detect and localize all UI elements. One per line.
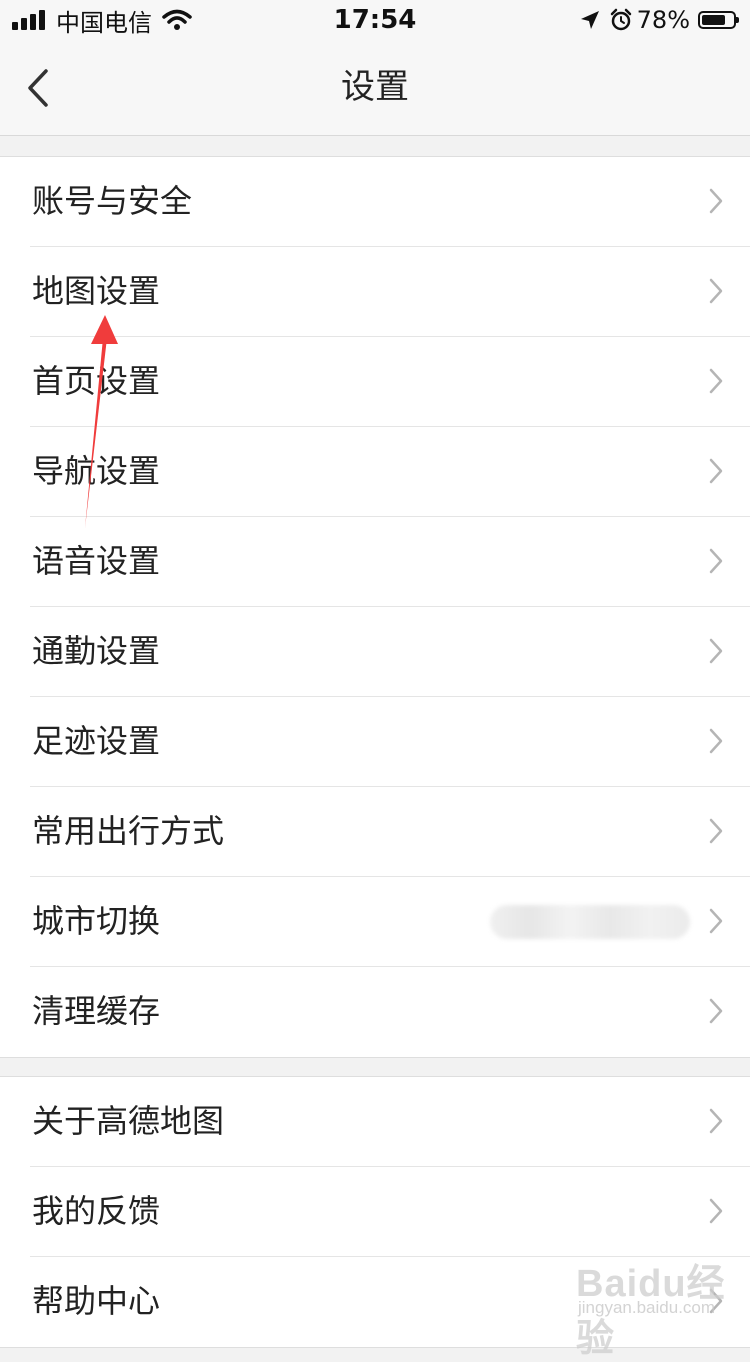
chevron-right-icon bbox=[709, 368, 723, 394]
battery-percent: 78% bbox=[636, 6, 690, 34]
alarm-clock-icon bbox=[610, 8, 631, 31]
chevron-right-icon bbox=[709, 728, 723, 754]
settings-item-commute-settings[interactable]: 通勤设置 bbox=[30, 607, 750, 697]
chevron-right-icon bbox=[709, 548, 723, 574]
battery-fill bbox=[702, 15, 725, 25]
settings-item-label: 账号与安全 bbox=[32, 182, 193, 220]
settings-item-map-settings[interactable]: 地图设置 bbox=[30, 247, 750, 337]
settings-item-label: 地图设置 bbox=[32, 272, 161, 310]
location-arrow-icon bbox=[580, 11, 599, 29]
chevron-right-icon bbox=[709, 638, 723, 664]
settings-item-label: 足迹设置 bbox=[32, 722, 161, 760]
settings-item-label: 通勤设置 bbox=[32, 632, 161, 670]
settings-item-label: 帮助中心 bbox=[32, 1282, 161, 1320]
settings-item-navigation-settings[interactable]: 导航设置 bbox=[30, 427, 750, 517]
city-value-blurred bbox=[490, 905, 690, 939]
settings-item-home-settings[interactable]: 首页设置 bbox=[30, 337, 750, 427]
back-button[interactable] bbox=[18, 62, 58, 114]
chevron-right-icon bbox=[709, 188, 723, 214]
settings-item-voice-settings[interactable]: 语音设置 bbox=[30, 517, 750, 607]
settings-item-label: 导航设置 bbox=[32, 452, 161, 490]
settings-item-about-amap[interactable]: 关于高德地图 bbox=[30, 1077, 750, 1167]
settings-item-city-switch[interactable]: 城市切换 bbox=[30, 877, 750, 967]
page-title: 设置 bbox=[341, 67, 409, 107]
chevron-right-icon bbox=[709, 1288, 723, 1314]
chevron-right-icon bbox=[709, 278, 723, 304]
chevron-right-icon bbox=[709, 908, 723, 934]
settings-item-label: 常用出行方式 bbox=[32, 812, 225, 850]
settings-item-footprint-settings[interactable]: 足迹设置 bbox=[30, 697, 750, 787]
chevron-right-icon bbox=[709, 1198, 723, 1224]
chevron-right-icon bbox=[709, 458, 723, 484]
nav-bar: 设置 bbox=[0, 40, 750, 136]
status-bar: 中国电信 17:54 78% bbox=[0, 0, 750, 40]
settings-item-label: 关于高德地图 bbox=[32, 1102, 225, 1140]
settings-item-label: 语音设置 bbox=[32, 542, 161, 580]
chevron-right-icon bbox=[709, 1108, 723, 1134]
settings-item-label: 城市切换 bbox=[32, 902, 161, 940]
battery-icon bbox=[698, 11, 739, 29]
chevron-right-icon bbox=[709, 998, 723, 1024]
chevron-right-icon bbox=[709, 818, 723, 844]
settings-group-main: 账号与安全 地图设置 首页设置 导航设置 语音设置 通勤设置 足迹设置 常用出行… bbox=[0, 156, 750, 1058]
chevron-left-icon bbox=[28, 69, 48, 107]
settings-item-label: 清理缓存 bbox=[32, 992, 161, 1030]
settings-item-my-feedback[interactable]: 我的反馈 bbox=[30, 1167, 750, 1257]
settings-group-about: 关于高德地图 我的反馈 帮助中心 bbox=[0, 1076, 750, 1348]
settings-item-account-security[interactable]: 账号与安全 bbox=[30, 157, 750, 247]
settings-item-travel-mode[interactable]: 常用出行方式 bbox=[30, 787, 750, 877]
settings-item-label: 首页设置 bbox=[32, 362, 161, 400]
settings-item-clear-cache[interactable]: 清理缓存 bbox=[30, 967, 750, 1057]
settings-item-label: 我的反馈 bbox=[32, 1192, 161, 1230]
status-right: 78% bbox=[579, 6, 739, 34]
